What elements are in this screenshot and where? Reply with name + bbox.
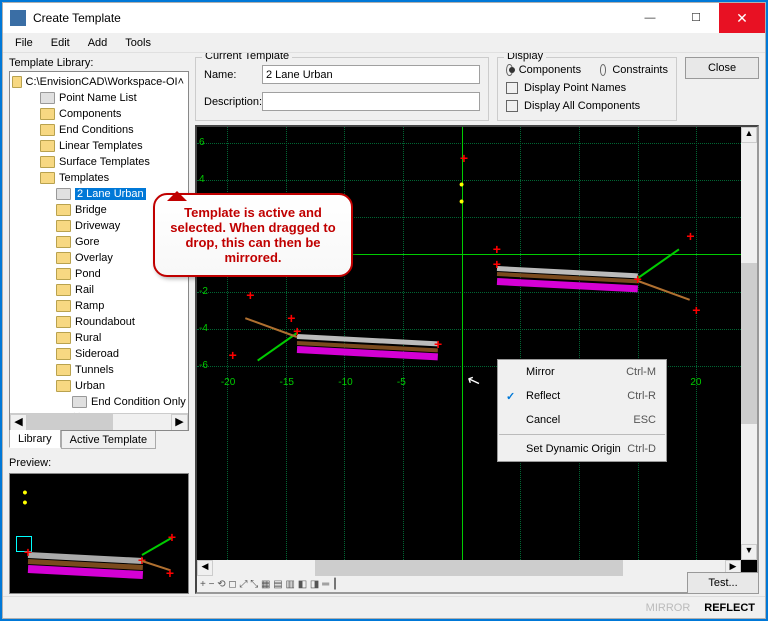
test-button[interactable]: Test... [687, 572, 759, 594]
check-all-components[interactable] [506, 100, 518, 112]
display-title: Display [504, 53, 546, 62]
app-window: Create Template — ☐ ✕ File Edit Add Tool… [2, 2, 766, 619]
left-panel: Template Library: C:\EnvisionCAD\Workspa… [9, 57, 189, 594]
menu-file[interactable]: File [7, 35, 41, 51]
menubar: File Edit Add Tools [3, 33, 765, 53]
display-group: Display Components Constraints Display P… [497, 57, 677, 121]
close-window-button[interactable]: ✕ [719, 3, 765, 33]
tree-item[interactable]: Components [12, 106, 186, 122]
window-title: Create Template [33, 11, 627, 25]
tab-library[interactable]: Library [9, 430, 61, 448]
check-point-names-label: Display Point Names [524, 82, 626, 94]
app-icon [10, 10, 26, 26]
tree-item[interactable]: Templates [12, 170, 186, 186]
canvas-hscroll[interactable]: ◀ ▶ [197, 560, 741, 576]
tree-item[interactable]: End Conditions [12, 122, 186, 138]
close-button[interactable]: Close [685, 57, 759, 79]
titlebar[interactable]: Create Template — ☐ ✕ [3, 3, 765, 33]
check-point-names[interactable] [506, 82, 518, 94]
maximize-button[interactable]: ☐ [673, 3, 719, 33]
context-menu-item[interactable]: MirrorCtrl-M [498, 360, 666, 384]
menu-tools[interactable]: Tools [117, 35, 159, 51]
check-all-components-label: Display All Components [524, 100, 640, 112]
context-menu-item[interactable]: Set Dynamic OriginCtrl-D [498, 437, 666, 461]
preview-label: Preview: [9, 457, 189, 469]
tab-active-template[interactable]: Active Template [61, 431, 156, 449]
description-field[interactable] [262, 92, 480, 111]
context-menu[interactable]: MirrorCtrl-MReflectCtrl-RCancelESC Set Dy… [497, 359, 667, 462]
menu-add[interactable]: Add [80, 35, 116, 51]
editor-canvas[interactable]: -20-15-10-55101520-6-4-2246••+++++++++++ [197, 127, 741, 560]
radio-constraints-label: Constraints [612, 64, 668, 76]
context-menu-item[interactable]: ReflectCtrl-R [498, 384, 666, 408]
tree-item[interactable]: Urban [12, 378, 186, 394]
annotation-callout: Template is active and selected. When dr… [153, 193, 353, 277]
minimize-button[interactable]: — [627, 3, 673, 33]
right-panel: Current Template Name: Description: Disp… [195, 57, 759, 594]
tree-item[interactable]: Linear Templates [12, 138, 186, 154]
tree-item[interactable]: Rail [12, 282, 186, 298]
template-library-label: Template Library: [9, 57, 189, 69]
tree-item[interactable]: End Condition Only [12, 394, 186, 410]
tree-item[interactable]: Rural [12, 330, 186, 346]
name-label: Name: [204, 69, 262, 81]
preview-canvas[interactable]: • • + + + + [9, 473, 189, 594]
status-mirror: MIRROR [646, 602, 691, 614]
tree-item[interactable]: Ramp [12, 298, 186, 314]
current-template-title: Current Template [202, 53, 292, 62]
tree-item[interactable]: Sideroad [12, 346, 186, 362]
context-menu-item[interactable]: CancelESC [498, 408, 666, 432]
name-field[interactable] [262, 65, 480, 84]
tree-item[interactable]: Tunnels [12, 362, 186, 378]
description-label: Description: [204, 96, 262, 108]
radio-components[interactable] [506, 64, 513, 76]
tree-item[interactable]: Surface Templates [12, 154, 186, 170]
tree-hscroll[interactable]: ◀▶ [10, 413, 188, 430]
tree-item[interactable]: Roundabout [12, 314, 186, 330]
status-reflect: REFLECT [704, 602, 755, 614]
radio-components-label: Components [519, 64, 581, 76]
canvas-toolbar[interactable]: + − ⟲ ◻ ⤢ ⤡ ▦ ▤ ▥ ◧ ◨ ═ ┃ [197, 576, 741, 592]
radio-constraints[interactable] [600, 64, 607, 76]
menu-edit[interactable]: Edit [43, 35, 78, 51]
toolbar-icons[interactable]: + − ⟲ ◻ ⤢ ⤡ ▦ ▤ ▥ ◧ ◨ ═ ┃ [200, 579, 338, 590]
tree-item[interactable]: Point Name List [12, 90, 186, 106]
status-bar: MIRROR REFLECT [3, 596, 765, 618]
current-template-group: Current Template Name: Description: [195, 57, 489, 121]
canvas-vscroll[interactable]: ▲ ▼ [741, 127, 757, 560]
tree-tabs: Library Active Template [9, 431, 189, 449]
